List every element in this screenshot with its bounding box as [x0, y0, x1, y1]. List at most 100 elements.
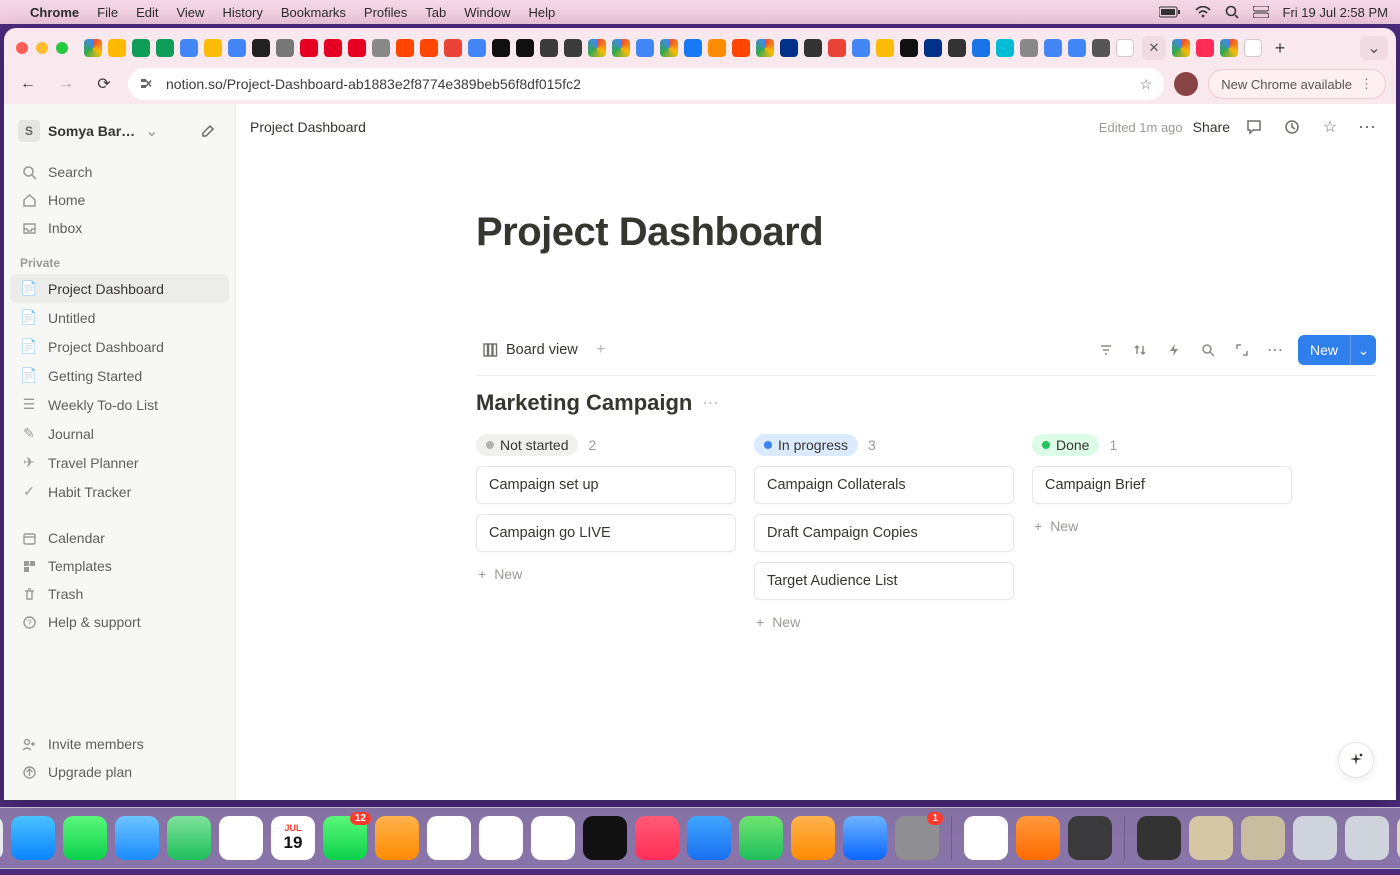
menu-file[interactable]: File [97, 5, 118, 20]
dock-calendar-icon[interactable]: JUL19 [271, 816, 315, 860]
dock-settings-icon[interactable] [895, 816, 939, 860]
add-card-button[interactable]: +New [754, 610, 1014, 634]
favicon[interactable] [708, 39, 726, 57]
new-tab-icon[interactable]: + [1268, 36, 1292, 60]
dock-recent-icon[interactable] [1293, 816, 1337, 860]
sidebar-page-item[interactable]: 📄Getting Started [10, 361, 229, 390]
dock-facetime-icon[interactable] [323, 816, 367, 860]
dock-recent-icon[interactable] [1189, 816, 1233, 860]
expand-icon[interactable] [1230, 338, 1254, 362]
dock-chrome-icon[interactable] [964, 816, 1008, 860]
column-header[interactable]: Not started 2 [476, 434, 736, 456]
chrome-update-chip[interactable]: New Chrome available ⋮ [1208, 69, 1386, 99]
dock-freeform-icon[interactable] [531, 816, 575, 860]
spotlight-icon[interactable] [1225, 5, 1239, 19]
favicon[interactable] [1196, 39, 1214, 57]
new-button[interactable]: New ⌄ [1298, 335, 1376, 365]
profile-avatar-icon[interactable] [1174, 72, 1198, 96]
favicon[interactable] [828, 39, 846, 57]
wifi-icon[interactable] [1195, 6, 1211, 18]
dock-safari-icon[interactable] [11, 816, 55, 860]
breadcrumb[interactable]: Project Dashboard [250, 119, 366, 135]
dock-books-icon[interactable] [1016, 816, 1060, 860]
menu-help[interactable]: Help [529, 5, 556, 20]
tab-overflow-icon[interactable]: ⌄ [1360, 36, 1388, 60]
menu-bookmarks[interactable]: Bookmarks [281, 5, 346, 20]
favicon[interactable] [1092, 39, 1110, 57]
sidebar-page-item[interactable]: ✓Habit Tracker [10, 477, 229, 506]
dock-contacts-icon[interactable] [375, 816, 419, 860]
menu-edit[interactable]: Edit [136, 5, 158, 20]
share-button[interactable]: Share [1193, 119, 1230, 135]
sidebar-page-item[interactable]: 📄Project Dashboard [10, 332, 229, 361]
favicon[interactable] [324, 39, 342, 57]
favicon[interactable] [84, 39, 102, 57]
dock-maps-icon[interactable] [167, 816, 211, 860]
dock-numbers-icon[interactable] [739, 816, 783, 860]
sidebar-page-item[interactable]: ✈Travel Planner [10, 448, 229, 477]
favicon[interactable] [420, 39, 438, 57]
dock-photos-icon[interactable] [219, 816, 263, 860]
sidebar-page-item[interactable]: ✎Journal [10, 419, 229, 448]
board-card[interactable]: Campaign Brief [1032, 466, 1292, 504]
favicon[interactable] [660, 39, 678, 57]
menu-view[interactable]: View [176, 5, 204, 20]
more-icon[interactable]: ⋯ [1354, 113, 1382, 141]
dock-appstore-icon[interactable] [843, 816, 887, 860]
add-card-button[interactable]: +New [476, 562, 736, 586]
window-controls[interactable] [16, 42, 68, 54]
board-card[interactable]: Target Audience List [754, 562, 1014, 600]
sidebar-item-upgrade[interactable]: Upgrade plan [10, 758, 229, 786]
sidebar-page-item[interactable]: 📄Untitled [10, 303, 229, 332]
dock-recent-icon[interactable] [1241, 816, 1285, 860]
favicon[interactable] [732, 39, 750, 57]
favicon[interactable] [1020, 39, 1038, 57]
nav-reload-button[interactable]: ⟳ [90, 70, 118, 98]
chevron-down-icon[interactable]: ⌄ [1350, 335, 1376, 365]
fullscreen-window-icon[interactable] [56, 42, 68, 54]
favicon[interactable] [228, 39, 246, 57]
automation-icon[interactable] [1162, 338, 1186, 362]
favicon-active[interactable] [1116, 39, 1134, 57]
close-window-icon[interactable] [16, 42, 28, 54]
workspace-switcher[interactable]: S Somya Bar… ⌄ [10, 112, 229, 150]
sidebar-item-help[interactable]: ?Help & support [10, 608, 229, 636]
dock-keynote-icon[interactable] [687, 816, 731, 860]
favicon[interactable] [468, 39, 486, 57]
comments-icon[interactable] [1240, 113, 1268, 141]
sidebar-item-templates[interactable]: Templates [10, 552, 229, 580]
board-card[interactable]: Draft Campaign Copies [754, 514, 1014, 552]
favicon[interactable] [588, 39, 606, 57]
tab-close-icon[interactable]: ✕ [1142, 36, 1166, 60]
favicon[interactable] [948, 39, 966, 57]
view-switcher[interactable]: Board view [476, 338, 584, 362]
omnibox[interactable]: notion.so/Project-Dashboard-ab1883e2f877… [128, 68, 1164, 100]
sidebar-item-invite[interactable]: Invite members [10, 730, 229, 758]
menubar-app-name[interactable]: Chrome [30, 5, 79, 20]
favicon[interactable] [276, 39, 294, 57]
column-header[interactable]: Done 1 [1032, 434, 1292, 456]
site-info-icon[interactable] [140, 77, 156, 91]
sidebar-page-item[interactable]: ☰Weekly To-do List [10, 390, 229, 419]
sort-icon[interactable] [1128, 338, 1152, 362]
favicon[interactable] [876, 39, 894, 57]
menu-tab[interactable]: Tab [425, 5, 446, 20]
page-title[interactable]: Project Dashboard [476, 210, 1376, 255]
favicon[interactable] [804, 39, 822, 57]
dock-tv-icon[interactable] [583, 816, 627, 860]
dock-messages-icon[interactable] [63, 816, 107, 860]
favicon[interactable] [180, 39, 198, 57]
favicon[interactable] [684, 39, 702, 57]
favicon[interactable] [300, 39, 318, 57]
board-card[interactable]: Campaign Collaterals [754, 466, 1014, 504]
control-center-icon[interactable] [1253, 6, 1269, 18]
favicon[interactable] [1172, 39, 1190, 57]
dock-music-icon[interactable] [635, 816, 679, 860]
search-db-icon[interactable] [1196, 338, 1220, 362]
favicon[interactable] [1220, 39, 1238, 57]
nav-back-button[interactable]: ← [14, 70, 42, 98]
minimize-window-icon[interactable] [36, 42, 48, 54]
bookmark-star-icon[interactable]: ☆ [1140, 76, 1153, 93]
dock-launchpad-icon[interactable] [0, 816, 3, 860]
favicon[interactable] [564, 39, 582, 57]
